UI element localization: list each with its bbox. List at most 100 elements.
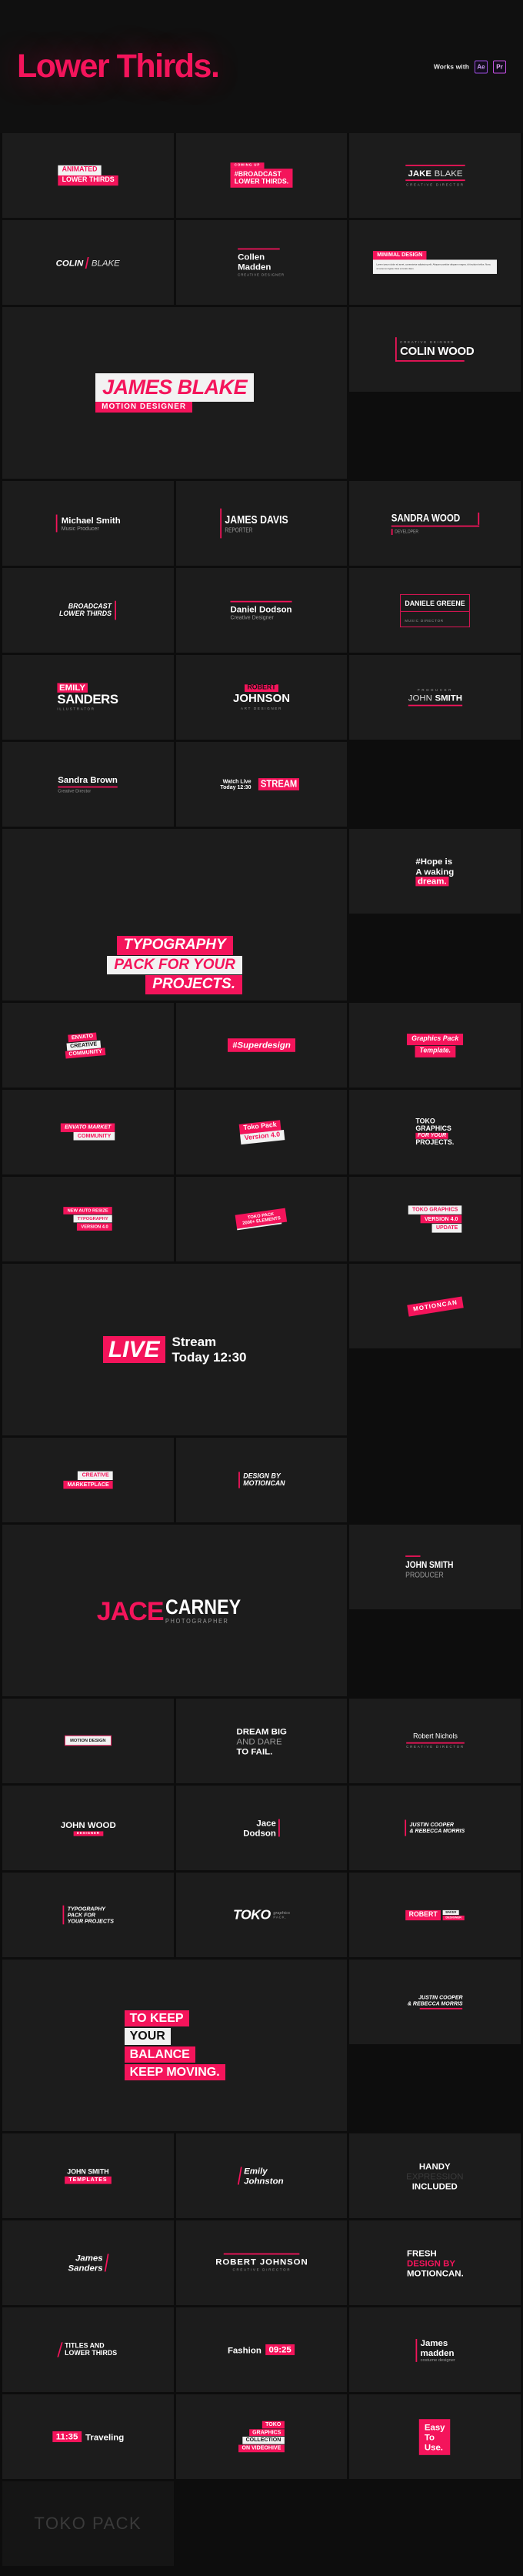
card-traveling[interactable]: 11:35 Traveling <box>2 2394 174 2479</box>
card-dream-big[interactable]: DREAM BIG AND DARE TO FAIL. <box>175 1699 348 1783</box>
card-colin-blake[interactable]: COLIN BLAKE <box>2 220 174 305</box>
card-jake-blake[interactable]: JAKE BLAKE CREATIVE DIRECTOR <box>349 133 521 218</box>
card-easy-to-use[interactable]: Easy To Use. <box>349 2394 521 2479</box>
jake-first: JAKE <box>408 167 431 179</box>
card-hope[interactable]: #Hope is A waking dream. <box>349 829 521 914</box>
card-justin-rebecca-1[interactable]: JUSTIN COOPER & REBECCA MORRIS <box>349 1786 521 1870</box>
premiere-pro-icon: Pr <box>493 60 506 73</box>
tlt-line2: LOWER THIRDS <box>64 2350 117 2357</box>
card-james-blake[interactable]: JAMES BLAKE MOTION DESIGNER <box>2 307 348 479</box>
card-daniel-dodson[interactable]: Daniel Dodson Creative Designer <box>175 568 348 653</box>
card-collen-madden[interactable]: Collen Madden CREATIVE DESIGNER <box>175 220 348 305</box>
card-minimal-design[interactable]: MINIMAL DESIGN Lorem ipsum dolor sit ame… <box>349 220 521 305</box>
slash-icon <box>57 2342 63 2357</box>
card-toko-collection[interactable]: TOKO GRAPHICS COLLECTION ON VIDEOHIVE <box>175 2394 348 2479</box>
card-emily-johnston[interactable]: Emily Johnston <box>175 2133 348 2218</box>
robert-last: JOHNSON <box>232 691 290 705</box>
card-watermark: TOKO PACK <box>2 2481 174 2566</box>
tc-line2: GRAPHICS <box>248 2429 285 2437</box>
card-new-auto-resize[interactable]: NEW AUTO RESIZE TYPOGRAPHY VERSION 4.0 <box>2 1177 174 1261</box>
card-creative-marketplace[interactable]: CREATIVE MARKETPLACE <box>2 1438 174 1522</box>
accent-bar <box>105 2254 110 2272</box>
jd-line2: Dodson <box>243 1828 276 1839</box>
card-robert-johnson-1[interactable]: ROBERT JOHNSON ART DESIGNER <box>175 655 348 740</box>
dream-line1: DREAM BIG <box>236 1726 287 1736</box>
card-robert-nichols[interactable]: Robert Nichols CREATIVE DIRECTOR <box>349 1699 521 1783</box>
james-davis-name: JAMES DAVIS <box>225 513 289 526</box>
tgp-line1: TOKO <box>415 1118 435 1126</box>
page-header: Lower Thirds. Works with Ae Pr <box>0 0 523 133</box>
card-michael-smith[interactable]: Michael Smith Music Producer <box>2 481 174 566</box>
card-john-smith-1[interactable]: PRODUCER JOHN SMITH <box>349 655 521 740</box>
card-motion-design[interactable]: MOTION DESIGN <box>2 1699 174 1783</box>
card-robert-badge[interactable]: ROBERT BAKER DESIGNER <box>349 1873 521 1957</box>
fd-line3: MOTIONCAN. <box>406 2267 464 2278</box>
card-sandra-brown[interactable]: Sandra Brown Creative Director <box>2 742 174 827</box>
tgu-line2: VERSION 4.0 <box>420 1214 462 1224</box>
card-john-smith-2[interactable]: JOHN SMITH PRODUCER <box>349 1525 521 1609</box>
card-fresh-design[interactable]: FRESH DESIGN BY MOTIONCAN. <box>349 2220 521 2305</box>
card-envato-market[interactable]: ENVATO MARKET COMMUNITY <box>2 1090 174 1174</box>
card-toko-pack-elements[interactable]: TOKO PACK 2000+ ELEMENTS <box>175 1177 348 1261</box>
card-jace-carney[interactable]: JACE CARNEY PHOTOGRAPHER <box>2 1525 348 1696</box>
card-fashion[interactable]: Fashion 09:25 <box>175 2307 348 2392</box>
card-superdesign[interactable]: #Superdesign <box>175 1003 348 1088</box>
card-broadcast-lower-thirds[interactable]: COMING UP #BROADCAST LOWER THIRDS. <box>175 133 348 218</box>
accent-bar <box>238 2167 242 2185</box>
card-james-sanders[interactable]: James Sanders <box>2 2220 174 2305</box>
card-john-wood[interactable]: JOHN WOOD DESIGNER <box>2 1786 174 1870</box>
daniel-role: Creative Designer <box>230 613 275 620</box>
card-live-stream[interactable]: LIVE Stream Today 12:30 <box>2 1264 348 1435</box>
broadcast-line1: #BROADCAST <box>234 171 281 179</box>
lower-thirds-label: LOWER THIRDS <box>58 175 118 186</box>
card-toko-graphics-update[interactable]: TOKO GRAPHICS VERSION 4.0 UPDATE <box>349 1177 521 1261</box>
card-toko-graphics-pack[interactable]: TOKO graphics PACK. <box>175 1873 348 1957</box>
tpp-line1: TYPOGRAPHY <box>67 1906 105 1913</box>
card-handy-included[interactable]: HANDY EXPRESSION INCLUDED <box>349 2133 521 2218</box>
jm-role: costume designer <box>420 2357 455 2363</box>
tgpack-line2: graphics <box>273 1910 290 1916</box>
card-broadcast-titles[interactable]: BROADCAST LOWER THIRDS <box>2 568 174 653</box>
card-robert-johnson-2[interactable]: ROBERT JOHNSON CREATIVE DIRECTOR <box>175 2220 348 2305</box>
cm-line2: MARKETPLACE <box>63 1480 113 1489</box>
tpp-line3: YOUR PROJECTS <box>67 1917 114 1924</box>
card-typography-pack[interactable]: TYPOGRAPHY PACK FOR YOUR PROJECTS. <box>2 829 348 1001</box>
daniele-role: MUSIC DIRECTOR <box>405 619 445 623</box>
accent-bar <box>278 1819 280 1837</box>
card-keep-balance[interactable]: TO KEEP YOUR BALANCE KEEP MOVING. <box>2 1960 348 2131</box>
card-toko-pack-version[interactable]: Toko Pack Version 4.0 <box>175 1090 348 1174</box>
card-design-by-motioncan[interactable]: DESIGN BY MOTIONCAN <box>175 1438 348 1522</box>
card-sandra-wood[interactable]: SANDRA WOOD DEVELOPER <box>349 481 521 566</box>
jst-line2: TEMPLATES <box>65 2176 112 2183</box>
john-smith-first: JOHN <box>408 692 432 703</box>
card-john-smith-templates[interactable]: JOHN SMITH TEMPLATES <box>2 2133 174 2218</box>
card-daniele-greene[interactable]: DANIELE GREENE MUSIC DIRECTOR <box>349 568 521 653</box>
card-toko-graphics-projects[interactable]: TOKO GRAPHICS FOR YOUR PROJECTS. <box>349 1090 521 1174</box>
kb-line2: YOUR <box>124 2028 171 2045</box>
card-justin-rebecca-2[interactable]: JUSTIN COOPER & REBECCA MORRIS <box>349 1960 521 2044</box>
rn-name: Robert Nichols <box>412 1732 458 1741</box>
motion-design-label: MOTION DESIGN <box>65 1736 112 1746</box>
card-envato-creative[interactable]: ENVATO CREATIVE COMMUNITY <box>2 1003 174 1088</box>
card-motioncan-tag[interactable]: MOTIONCAN <box>349 1264 521 1348</box>
live-badge: LIVE <box>102 1335 165 1364</box>
emily-role: ILLUSTRATOR <box>57 707 95 712</box>
card-typography-pack-projects[interactable]: TYPOGRAPHY PACK FOR YOUR PROJECTS <box>2 1873 174 1957</box>
robert-role: ART DESIGNER <box>241 706 282 711</box>
card-animated-lower-thirds[interactable]: ANIMATED LOWER THIRDS <box>2 133 174 218</box>
card-emily-sanders[interactable]: EMILY SANDERS ILLUSTRATOR <box>2 655 174 740</box>
card-jace-dodson[interactable]: Jace Dodson <box>175 1786 348 1870</box>
works-with-label: Works with <box>433 62 469 71</box>
card-watch-live[interactable]: Watch Live Today 12:30 STREAM <box>175 742 348 827</box>
fd-line2: DESIGN BY <box>406 2257 455 2268</box>
card-graphics-pack[interactable]: Graphics Pack Template. <box>349 1003 521 1088</box>
tc-line1: TOKO <box>262 2421 285 2429</box>
card-titles-lower-thirds[interactable]: TITLES AND LOWER THIRDS <box>2 2307 174 2392</box>
rn-role: CREATIVE DIRECTOR <box>405 1745 465 1749</box>
card-james-madden[interactable]: James madden costume designer <box>349 2307 521 2392</box>
card-colin-wood[interactable]: CREATIVE DEIGNER COLIN WOOD <box>349 307 521 392</box>
live-line2: Today 12:30 <box>172 1349 247 1365</box>
jr2-line1: JUSTIN COOPER <box>418 1994 463 2001</box>
cm-line1: CREATIVE <box>77 1471 113 1480</box>
card-james-davis[interactable]: JAMES DAVIS REPORTER <box>175 481 348 566</box>
